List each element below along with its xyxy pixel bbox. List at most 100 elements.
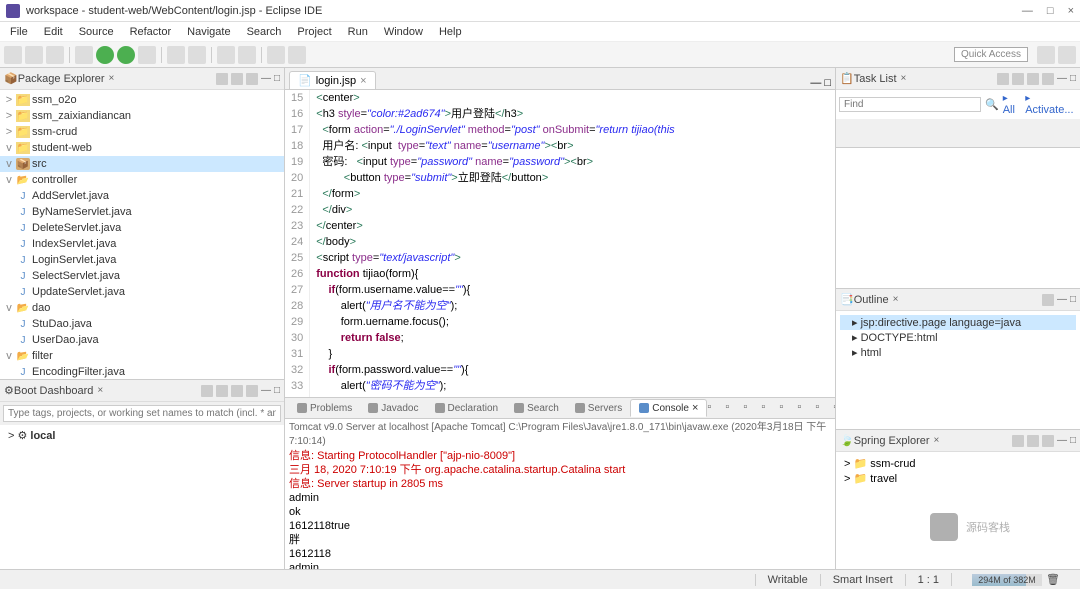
tab-servers[interactable]: Servers bbox=[567, 401, 630, 416]
menu-help[interactable]: Help bbox=[431, 24, 470, 40]
console-tab-close-icon[interactable]: × bbox=[692, 402, 698, 414]
tl-action-1-icon[interactable] bbox=[997, 73, 1009, 85]
package-explorer-close-icon[interactable]: × bbox=[109, 73, 115, 84]
tree-item[interactable]: v📁student-web bbox=[0, 140, 284, 156]
tree-item[interactable]: JLoginServlet.java bbox=[0, 252, 284, 268]
task-list-close-icon[interactable]: × bbox=[901, 73, 907, 84]
tl-minimize-icon[interactable]: — bbox=[1057, 73, 1067, 85]
menu-project[interactable]: Project bbox=[289, 24, 339, 40]
tree-item[interactable]: v📂controller bbox=[0, 172, 284, 188]
window-maximize[interactable]: □ bbox=[1047, 5, 1054, 17]
tab-javadoc[interactable]: Javadoc bbox=[360, 401, 426, 416]
tree-item[interactable]: >📁ssm_zaixiandiancan bbox=[0, 108, 284, 124]
spring-tree[interactable]: > 📁 ssm-crud> 📁 travel bbox=[836, 452, 1080, 569]
back-icon[interactable] bbox=[267, 46, 285, 64]
quick-access[interactable]: Quick Access bbox=[954, 47, 1028, 62]
boot-dashboard-search-input[interactable] bbox=[3, 405, 281, 422]
editor-minimize-icon[interactable]: — bbox=[810, 77, 821, 89]
task-all-link[interactable]: ▸ All bbox=[1003, 93, 1022, 116]
forward-icon[interactable] bbox=[288, 46, 306, 64]
outline-item[interactable]: ▸ jsp:directive.page language=java bbox=[840, 315, 1076, 330]
tree-item[interactable]: v📦src bbox=[0, 156, 284, 172]
editor-tab-close-icon[interactable]: × bbox=[360, 75, 366, 87]
boot-dashboard-local[interactable]: > ⚙ local bbox=[8, 429, 276, 442]
save-all-icon[interactable] bbox=[46, 46, 64, 64]
ol-maximize-icon[interactable]: □ bbox=[1070, 294, 1076, 306]
tree-item[interactable]: JIndexServlet.java bbox=[0, 236, 284, 252]
bd-minimize-icon[interactable]: — bbox=[261, 385, 271, 397]
menu-source[interactable]: Source bbox=[71, 24, 122, 40]
tree-item[interactable]: JDeleteServlet.java bbox=[0, 220, 284, 236]
tree-item[interactable]: JSelectServlet.java bbox=[0, 268, 284, 284]
minimize-pane-icon[interactable]: — bbox=[261, 73, 271, 85]
tree-item[interactable]: JUpdateServlet.java bbox=[0, 284, 284, 300]
package-explorer-tree[interactable]: >📁ssm_o2o>📁ssm_zaixiandiancan>📁ssm-crudv… bbox=[0, 90, 284, 379]
tab-search[interactable]: Search bbox=[506, 401, 567, 416]
menu-window[interactable]: Window bbox=[376, 24, 431, 40]
editor-maximize-icon[interactable]: □ bbox=[824, 77, 831, 89]
perspective-java-icon[interactable] bbox=[1058, 46, 1076, 64]
task-activate-link[interactable]: ▸ Activate... bbox=[1025, 93, 1077, 116]
code-editor[interactable]: 1516171819202122232425262728293031323334… bbox=[285, 90, 835, 397]
maximize-pane-icon[interactable]: □ bbox=[274, 73, 280, 85]
tree-item[interactable]: JByNameServlet.java bbox=[0, 204, 284, 220]
sp-action-2-icon[interactable] bbox=[1027, 435, 1039, 447]
gc-icon[interactable]: 🗑 bbox=[1046, 573, 1060, 586]
spring-item[interactable]: > 📁 ssm-crud bbox=[844, 456, 1072, 471]
debug-icon[interactable] bbox=[75, 46, 93, 64]
tree-item[interactable]: JEncodingFilter.java bbox=[0, 364, 284, 379]
clear-icon[interactable]: ▫ bbox=[743, 401, 757, 415]
tree-item[interactable]: JUserDao.java bbox=[0, 332, 284, 348]
tl-action-4-icon[interactable] bbox=[1042, 73, 1054, 85]
window-minimize[interactable]: — bbox=[1022, 5, 1033, 17]
view-menu-icon[interactable] bbox=[246, 73, 258, 85]
bd-action-1-icon[interactable] bbox=[201, 385, 213, 397]
editor-tab-login[interactable]: 📄 login.jsp × bbox=[289, 71, 376, 89]
outline-close-icon[interactable]: × bbox=[893, 294, 899, 305]
open-console-icon[interactable]: ▫ bbox=[815, 401, 829, 415]
tree-item[interactable]: JAddServlet.java bbox=[0, 188, 284, 204]
display-selected-icon[interactable]: ▫ bbox=[797, 401, 811, 415]
tree-item[interactable]: v📂dao bbox=[0, 300, 284, 316]
console-view[interactable]: Tomcat v9.0 Server at localhost [Apache … bbox=[285, 419, 835, 569]
sp-action-3-icon[interactable] bbox=[1042, 435, 1054, 447]
memory-bar[interactable]: 294M of 382M bbox=[972, 574, 1042, 586]
perspective-jee-icon[interactable] bbox=[1037, 46, 1055, 64]
terminate-icon[interactable]: ▫ bbox=[707, 401, 721, 415]
ol-action-1-icon[interactable] bbox=[1042, 294, 1054, 306]
bd-maximize-icon[interactable]: □ bbox=[274, 385, 280, 397]
ol-minimize-icon[interactable]: — bbox=[1057, 294, 1067, 306]
link-editor-icon[interactable] bbox=[231, 73, 243, 85]
remove-terminated-icon[interactable]: ▫ bbox=[725, 401, 739, 415]
outline-item[interactable]: ▸ DOCTYPE:html bbox=[840, 330, 1076, 345]
tl-action-2-icon[interactable] bbox=[1012, 73, 1024, 85]
outline-item[interactable]: ▸ html bbox=[840, 345, 1076, 360]
tab-declaration[interactable]: Declaration bbox=[427, 401, 507, 416]
run-icon[interactable] bbox=[96, 46, 114, 64]
tree-item[interactable]: >📁ssm-crud bbox=[0, 124, 284, 140]
menu-run[interactable]: Run bbox=[340, 24, 376, 40]
tl-action-3-icon[interactable] bbox=[1027, 73, 1039, 85]
menu-navigate[interactable]: Navigate bbox=[179, 24, 238, 40]
sp-maximize-icon[interactable]: □ bbox=[1070, 435, 1076, 447]
menu-refactor[interactable]: Refactor bbox=[122, 24, 180, 40]
task-search-input[interactable] bbox=[839, 97, 981, 112]
tab-problems[interactable]: Problems bbox=[289, 401, 360, 416]
tab-console[interactable]: Console × bbox=[630, 399, 707, 417]
spring-item[interactable]: > 📁 travel bbox=[844, 471, 1072, 486]
run-last-icon[interactable] bbox=[117, 46, 135, 64]
tree-item[interactable]: >📁ssm_o2o bbox=[0, 92, 284, 108]
search-icon[interactable] bbox=[217, 46, 235, 64]
collapse-all-icon[interactable] bbox=[216, 73, 228, 85]
scroll-lock-icon[interactable]: ▫ bbox=[761, 401, 775, 415]
menu-file[interactable]: File bbox=[2, 24, 36, 40]
new-package-icon[interactable] bbox=[167, 46, 185, 64]
bd-action-4-icon[interactable] bbox=[246, 385, 258, 397]
sp-minimize-icon[interactable]: — bbox=[1057, 435, 1067, 447]
external-tools-icon[interactable] bbox=[138, 46, 156, 64]
menu-edit[interactable]: Edit bbox=[36, 24, 71, 40]
bd-action-2-icon[interactable] bbox=[216, 385, 228, 397]
bd-action-3-icon[interactable] bbox=[231, 385, 243, 397]
window-close[interactable]: × bbox=[1068, 5, 1074, 17]
tree-item[interactable]: JStuDao.java bbox=[0, 316, 284, 332]
